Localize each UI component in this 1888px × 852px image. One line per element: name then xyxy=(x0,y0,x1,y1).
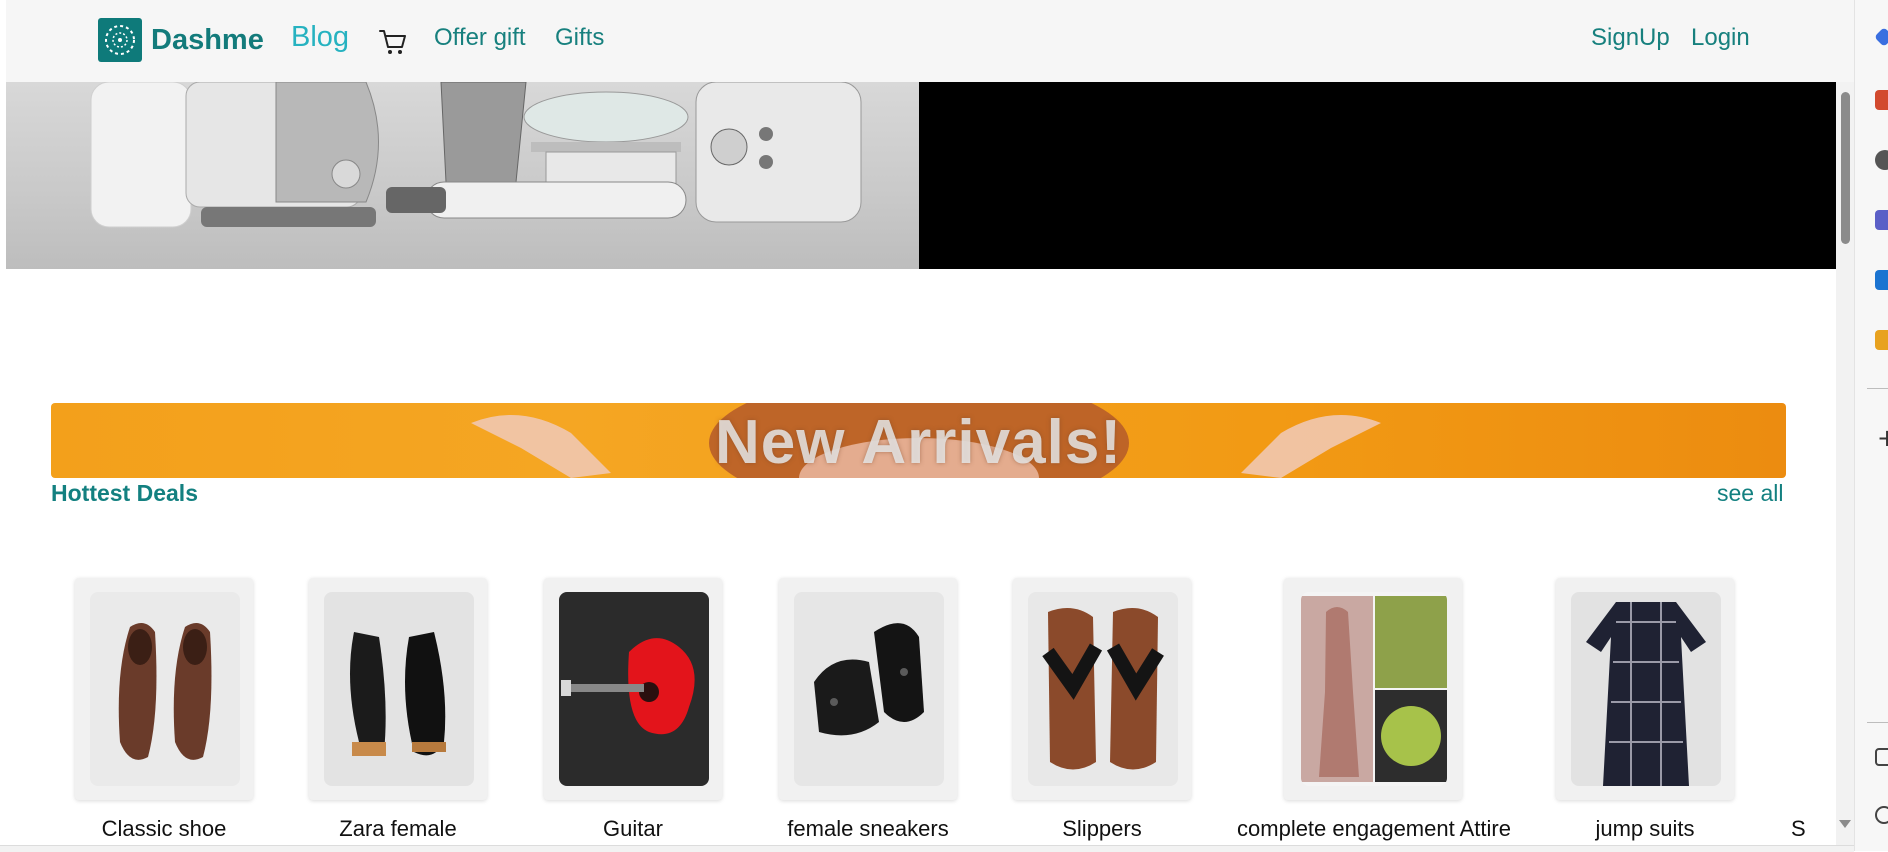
product-name[interactable]: jump suits xyxy=(1546,816,1744,842)
product-card[interactable]: Classic shoe xyxy=(75,578,253,841)
side-panel-divider xyxy=(1867,722,1888,723)
product-image xyxy=(324,592,474,786)
product-card-frame xyxy=(1013,578,1191,800)
product-card-frame xyxy=(544,578,722,800)
browser-side-panel: + xyxy=(1854,0,1888,851)
product-image xyxy=(1571,592,1721,786)
nav-blog-link[interactable]: Blog xyxy=(291,21,349,54)
scrollbar-thumb[interactable] xyxy=(1841,92,1850,244)
product-card[interactable]: female sneakers xyxy=(779,578,957,841)
nav-gifts-link[interactable]: Gifts xyxy=(555,24,604,52)
product-name[interactable]: S xyxy=(1791,816,1821,842)
add-icon[interactable]: + xyxy=(1877,424,1888,452)
browser-viewport: Dashme Blog Offer gift Gifts SignUp Logi… xyxy=(6,0,1854,845)
section-title: Hottest Deals xyxy=(51,480,198,506)
nav-signup-link[interactable]: SignUp xyxy=(1591,24,1670,52)
product-card-frame xyxy=(779,578,957,800)
brand-name: Dashme xyxy=(151,23,264,56)
product-name[interactable]: complete engagement Attire xyxy=(1224,816,1524,842)
copilot-icon[interactable] xyxy=(1874,27,1888,47)
product-card[interactable]: jump suits xyxy=(1556,578,1734,841)
hero-video-placeholder[interactable] xyxy=(919,82,1836,269)
product-card-frame xyxy=(75,578,253,800)
product-name[interactable]: Guitar xyxy=(534,816,732,842)
banner-title: New Arrivals! xyxy=(715,408,1122,477)
product-image xyxy=(559,592,709,786)
panel-layout-icon[interactable] xyxy=(1875,748,1888,766)
new-arrivals-banner[interactable]: New Arrivals! xyxy=(51,403,1786,478)
product-name[interactable]: Classic shoe xyxy=(65,816,263,842)
shopping-icon[interactable] xyxy=(1875,90,1888,110)
top-navbar: Dashme Blog Offer gift Gifts SignUp Logi… xyxy=(6,0,1854,83)
profile-icon[interactable] xyxy=(1875,150,1888,170)
product-card[interactable]: Guitar xyxy=(544,578,722,841)
see-all-link[interactable]: see all xyxy=(1717,480,1783,507)
product-card-frame xyxy=(1556,578,1734,800)
dashme-logo-icon xyxy=(98,18,142,62)
nav-offer-gift-link[interactable]: Offer gift xyxy=(434,24,526,52)
scroll-down-arrow-icon[interactable] xyxy=(1839,820,1851,828)
outlook-icon[interactable] xyxy=(1875,270,1888,290)
page-scrollbar[interactable] xyxy=(1836,82,1854,845)
product-image xyxy=(794,592,944,786)
teams-icon[interactable] xyxy=(1875,210,1888,230)
product-card[interactable]: Slippers xyxy=(1013,578,1191,841)
hero-appliances-image xyxy=(6,82,919,269)
product-card[interactable]: Zara female xyxy=(309,578,487,841)
product-image xyxy=(1028,592,1178,786)
product-card-frame xyxy=(1284,578,1462,800)
drop-icon[interactable] xyxy=(1875,330,1888,350)
product-name[interactable]: Zara female xyxy=(299,816,497,842)
brand[interactable]: Dashme xyxy=(98,18,264,62)
product-card-frame xyxy=(309,578,487,800)
product-name[interactable]: female sneakers xyxy=(769,816,967,842)
product-image xyxy=(90,592,240,786)
side-panel-divider xyxy=(1867,388,1888,389)
cart-icon[interactable] xyxy=(378,27,408,57)
product-card[interactable]: complete engagement Attire xyxy=(1237,578,1511,841)
product-name[interactable]: Slippers xyxy=(1003,816,1201,842)
settings-icon[interactable] xyxy=(1875,806,1888,824)
product-image xyxy=(1301,592,1447,786)
nav-login-link[interactable]: Login xyxy=(1691,24,1750,52)
